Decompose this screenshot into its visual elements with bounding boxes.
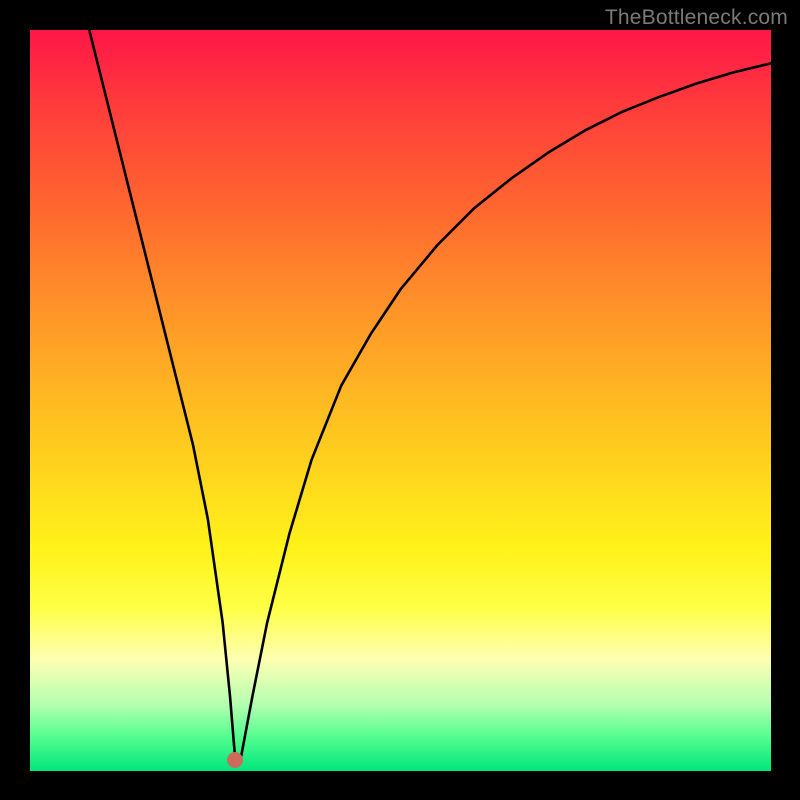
plot-area	[30, 30, 771, 771]
bottleneck-curve	[30, 30, 771, 771]
chart-container: TheBottleneck.com	[0, 0, 800, 800]
watermark-label: TheBottleneck.com	[605, 6, 788, 30]
minimum-marker	[227, 752, 243, 768]
